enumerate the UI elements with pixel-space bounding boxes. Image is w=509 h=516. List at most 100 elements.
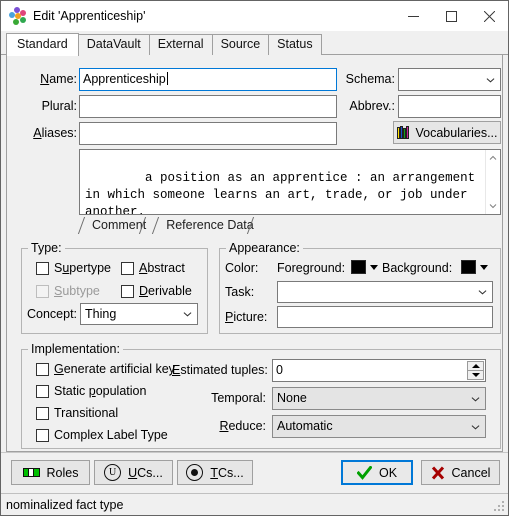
scroll-up-icon[interactable] xyxy=(486,151,500,165)
edit-object-type-dialog: Edit 'Apprenticeship' Standard DataVault… xyxy=(0,0,509,516)
concept-label: Concept: xyxy=(27,307,78,321)
name-input-value: Apprenticeship xyxy=(83,72,166,86)
checkbox-transitional-label: Transitional xyxy=(54,406,119,420)
cancel-button[interactable]: Cancel xyxy=(421,460,500,485)
reduce-dropdown[interactable]: Automatic xyxy=(272,415,486,438)
checkbox-abstract-box[interactable] xyxy=(121,261,134,275)
task-dropdown[interactable] xyxy=(277,281,493,303)
temporal-label: Temporal: xyxy=(211,391,266,405)
checkbox-transitional-box[interactable] xyxy=(36,406,49,420)
name-input[interactable]: Apprenticeship xyxy=(79,68,337,91)
tab-standard[interactable]: Standard xyxy=(6,33,79,56)
type-group-title: Type: xyxy=(28,241,65,255)
chevron-down-icon xyxy=(471,396,480,401)
checkbox-supertype-label: Supertype xyxy=(54,261,111,275)
estimated-tuples-label: Estimated tuples: xyxy=(172,363,268,377)
ucs-button-label: UCs... xyxy=(128,465,163,480)
scroll-down-icon[interactable] xyxy=(486,199,500,213)
chevron-down-icon xyxy=(486,77,495,82)
checkbox-static-population-label: Static population xyxy=(54,384,147,398)
vocabularies-button[interactable]: Vocabularies... xyxy=(393,121,501,144)
concept-value: Thing xyxy=(85,307,117,321)
checkbox-static-population-box[interactable] xyxy=(36,384,49,398)
spinner-down-button[interactable] xyxy=(467,370,484,380)
close-button[interactable] xyxy=(470,1,508,31)
tab-source[interactable]: Source xyxy=(211,34,270,55)
window-controls xyxy=(394,1,508,31)
foreground-color-swatch[interactable] xyxy=(351,260,366,274)
vocabularies-button-label: Vocabularies... xyxy=(415,125,498,140)
abbrev-label: Abbrev.: xyxy=(349,99,395,113)
chevron-down-icon xyxy=(471,424,480,429)
picture-input[interactable] xyxy=(277,306,493,328)
books-icon xyxy=(396,126,411,139)
status-bar-text: nominalized fact type xyxy=(6,497,124,512)
type-group: Type: Supertype Abstract Subtype Derivab… xyxy=(21,241,208,334)
checkbox-complex-label-type-label: Complex Label Type xyxy=(54,428,168,442)
color-dots-icon xyxy=(9,7,27,25)
picture-label: Picture: xyxy=(225,310,268,324)
checkmark-icon xyxy=(356,464,373,480)
cancel-button-label: Cancel xyxy=(451,465,491,480)
estimated-tuples-input[interactable]: 0 xyxy=(272,359,486,382)
plural-input[interactable] xyxy=(79,95,337,118)
abbrev-input[interactable] xyxy=(398,95,501,118)
concept-dropdown[interactable]: Thing xyxy=(80,303,198,325)
subtab-comment[interactable]: Comment xyxy=(81,217,155,234)
checkbox-complex-label-type-box[interactable] xyxy=(36,428,49,442)
task-label: Task: xyxy=(225,285,255,299)
tab-status[interactable]: Status xyxy=(268,34,322,55)
plural-label: Plural: xyxy=(41,99,77,113)
estimated-tuples-value: 0 xyxy=(276,363,283,377)
estimated-tuples-spinner[interactable] xyxy=(467,361,484,380)
tcs-button[interactable]: TCs... xyxy=(177,460,253,485)
roles-button[interactable]: Roles xyxy=(11,460,90,485)
background-dropdown-arrow-icon[interactable] xyxy=(480,265,488,270)
checkbox-derivable[interactable]: Derivable xyxy=(121,284,192,298)
temporal-value: None xyxy=(277,391,307,405)
unique-constraint-icon: U xyxy=(104,464,122,481)
temporal-dropdown[interactable]: None xyxy=(272,387,486,410)
ok-button[interactable]: OK xyxy=(341,460,413,485)
checkbox-generate-artificial-key[interactable]: Generate artificial key xyxy=(36,362,175,376)
comment-scrollbar[interactable] xyxy=(485,150,500,214)
name-label: Name: xyxy=(40,72,77,86)
background-color-swatch[interactable] xyxy=(461,260,476,274)
spinner-up-button[interactable] xyxy=(467,361,484,370)
checkbox-transitional[interactable]: Transitional xyxy=(36,406,118,420)
title-bar: Edit 'Apprenticeship' xyxy=(1,1,508,31)
resize-grip[interactable] xyxy=(494,501,505,512)
dialog-button-bar: Roles U UCs... TCs... OK Cancel xyxy=(1,452,508,493)
aliases-input[interactable] xyxy=(79,122,337,145)
chevron-down-icon xyxy=(478,290,487,295)
checkbox-abstract[interactable]: Abstract xyxy=(121,261,185,275)
appearance-group-title: Appearance: xyxy=(226,241,303,255)
checkbox-derivable-label: Derivable xyxy=(139,284,192,298)
implementation-group-title: Implementation: xyxy=(28,342,123,356)
checkbox-supertype-box[interactable] xyxy=(36,261,49,275)
comment-textarea[interactable]: a position as an apprentice : an arrange… xyxy=(79,149,501,215)
checkbox-subtype-label: Subtype xyxy=(54,284,100,298)
tab-datavault[interactable]: DataVault xyxy=(77,34,150,55)
roles-icon xyxy=(22,468,40,477)
standard-tab-page: Name: Apprenticeship Schema: Plural: Abb… xyxy=(1,55,508,452)
minimize-button[interactable] xyxy=(394,1,432,31)
type-constraint-icon xyxy=(186,464,204,481)
schema-dropdown[interactable] xyxy=(398,68,501,91)
subtab-reference-data[interactable]: Reference Data xyxy=(155,217,263,234)
checkbox-complex-label-type[interactable]: Complex Label Type xyxy=(36,428,168,442)
chevron-down-icon xyxy=(183,312,192,317)
reduce-value: Automatic xyxy=(277,419,333,433)
memo-subtab-strip: Comment Reference Data xyxy=(81,216,263,234)
main-tab-strip: Standard DataVault External Source Statu… xyxy=(1,31,508,56)
foreground-label: Foreground: xyxy=(277,261,346,275)
foreground-dropdown-arrow-icon[interactable] xyxy=(370,265,378,270)
tab-external[interactable]: External xyxy=(148,34,213,55)
checkbox-static-population[interactable]: Static population xyxy=(36,384,146,398)
checkbox-generate-artificial-key-box[interactable] xyxy=(36,362,49,376)
maximize-button[interactable] xyxy=(432,1,470,31)
ucs-button[interactable]: U UCs... xyxy=(94,460,173,485)
checkbox-derivable-box[interactable] xyxy=(121,284,134,298)
ok-button-label: OK xyxy=(378,465,398,480)
checkbox-supertype[interactable]: Supertype xyxy=(36,261,111,275)
